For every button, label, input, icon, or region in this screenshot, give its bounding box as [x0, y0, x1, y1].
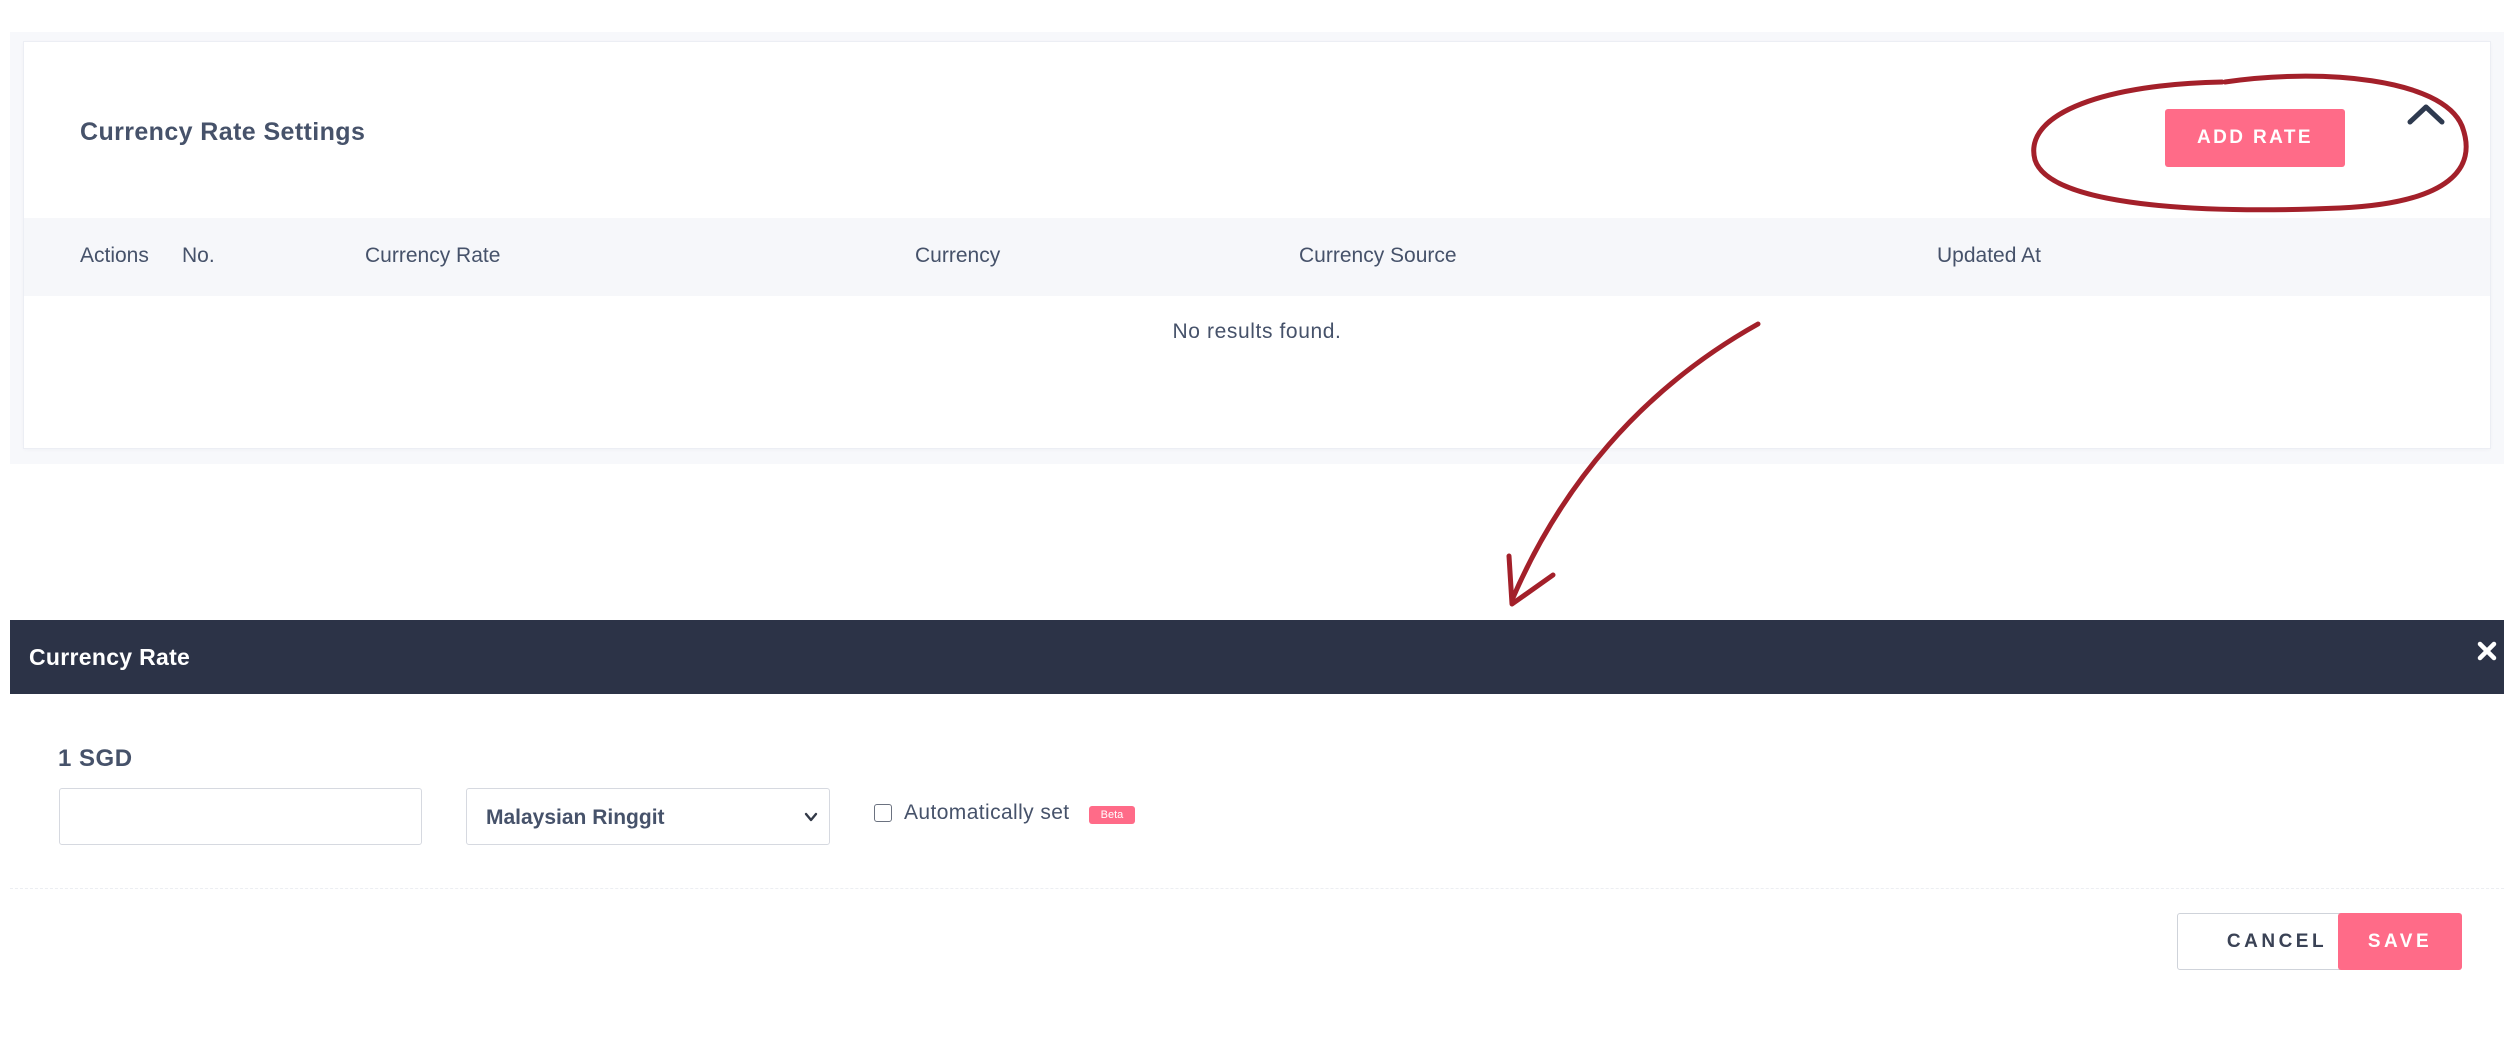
auto-set-label[interactable]: Automatically set — [904, 801, 1070, 825]
save-button[interactable]: SAVE — [2338, 913, 2462, 970]
column-header-currency-source: Currency Source — [1299, 244, 1457, 267]
card-title: Currency Rate Settings — [80, 118, 366, 146]
chevron-up-icon[interactable] — [2406, 100, 2446, 126]
currency-rate-settings-card: Currency Rate Settings ADD RATE Actions … — [24, 42, 2490, 448]
auto-set-checkbox[interactable] — [874, 804, 892, 822]
currency-select[interactable]: Malaysian Ringgit — [466, 788, 830, 845]
currency-rate-input[interactable] — [59, 788, 422, 845]
add-rate-button[interactable]: ADD RATE — [2165, 109, 2345, 167]
modal-footer-divider — [10, 888, 2504, 889]
annotation-arrowhead — [1506, 553, 1556, 607]
beta-badge: Beta — [1089, 806, 1135, 824]
column-header-updated-at: Updated At — [1937, 244, 2041, 267]
chevron-down-icon — [804, 812, 818, 822]
column-header-currency: Currency — [915, 244, 1001, 267]
empty-state-text: No results found. — [1172, 320, 1342, 343]
column-header-actions: Actions — [80, 244, 149, 267]
base-currency-label: 1 SGD — [58, 745, 133, 772]
column-header-currency-rate: Currency Rate — [365, 244, 501, 267]
table-header: Actions No. Currency Rate Currency Curre… — [24, 218, 2490, 296]
modal-header: Currency Rate — [10, 620, 2504, 694]
column-header-number: No. — [182, 244, 215, 267]
currency-select-value: Malaysian Ringgit — [486, 806, 665, 829]
settings-card-wrapper: Currency Rate Settings ADD RATE Actions … — [10, 32, 2504, 464]
modal-title: Currency Rate — [29, 644, 191, 670]
close-icon[interactable] — [2476, 640, 2498, 662]
